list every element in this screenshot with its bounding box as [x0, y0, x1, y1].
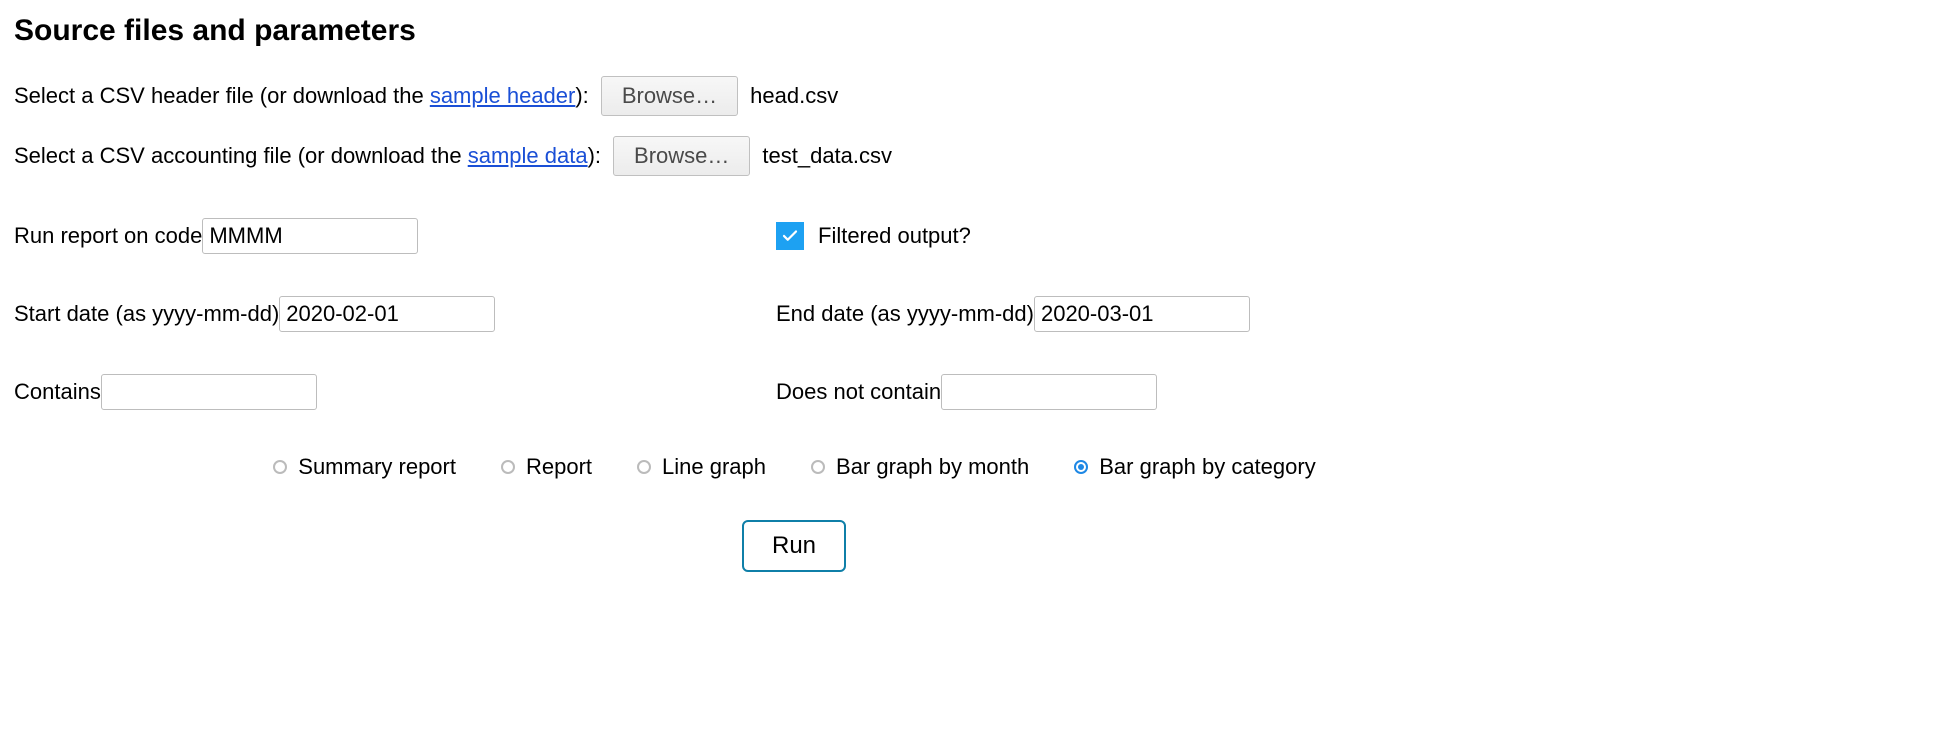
- not-contain-input[interactable]: [941, 374, 1157, 410]
- accounting-filename: test_data.csv: [762, 143, 892, 169]
- check-icon: [781, 227, 799, 245]
- code-label: Run report on code: [14, 223, 202, 249]
- accounting-file-label-suffix: ):: [588, 143, 601, 168]
- filtered-checkbox[interactable]: [776, 222, 804, 250]
- not-contain-label: Does not contain: [776, 379, 941, 405]
- accounting-file-label-prefix: Select a CSV accounting file (or downloa…: [14, 143, 468, 168]
- contains-label: Contains: [14, 379, 101, 405]
- report-type-label: Summary report: [298, 454, 456, 480]
- start-date-label: Start date (as yyyy-mm-dd): [14, 301, 279, 327]
- accounting-file-row: Select a CSV accounting file (or downloa…: [14, 136, 1574, 176]
- header-file-row: Select a CSV header file (or download th…: [14, 76, 1574, 116]
- browse-accounting-button[interactable]: Browse…: [613, 136, 750, 176]
- sample-data-link[interactable]: sample data: [468, 143, 588, 168]
- report-type-option[interactable]: Bar graph by month: [810, 454, 1029, 480]
- header-filename: head.csv: [750, 83, 838, 109]
- report-type-group: Summary report Report Line graph Bar graph …: [14, 454, 1574, 480]
- radio-off-icon: [272, 459, 288, 475]
- end-date-label: End date (as yyyy-mm-dd): [776, 301, 1034, 327]
- report-type-option[interactable]: Report: [500, 454, 592, 480]
- radio-on-icon: [1073, 459, 1089, 475]
- run-button[interactable]: Run: [742, 520, 846, 572]
- report-type-option[interactable]: Line graph: [636, 454, 766, 480]
- report-type-label: Bar graph by month: [836, 454, 1029, 480]
- contains-input[interactable]: [101, 374, 317, 410]
- report-type-label: Report: [526, 454, 592, 480]
- radio-off-icon: [500, 459, 516, 475]
- report-type-option[interactable]: Summary report: [272, 454, 456, 480]
- filtered-label: Filtered output?: [818, 223, 971, 249]
- header-file-label-suffix: ):: [575, 83, 588, 108]
- radio-off-icon: [636, 459, 652, 475]
- report-type-label: Line graph: [662, 454, 766, 480]
- report-type-label: Bar graph by category: [1099, 454, 1315, 480]
- radio-off-icon: [810, 459, 826, 475]
- report-type-option[interactable]: Bar graph by category: [1073, 454, 1315, 480]
- header-file-label-prefix: Select a CSV header file (or download th…: [14, 83, 430, 108]
- sample-header-link[interactable]: sample header: [430, 83, 576, 108]
- browse-header-button[interactable]: Browse…: [601, 76, 738, 116]
- code-input[interactable]: [202, 218, 418, 254]
- end-date-input[interactable]: [1034, 296, 1250, 332]
- page-heading: Source files and parameters: [14, 14, 1574, 48]
- start-date-input[interactable]: [279, 296, 495, 332]
